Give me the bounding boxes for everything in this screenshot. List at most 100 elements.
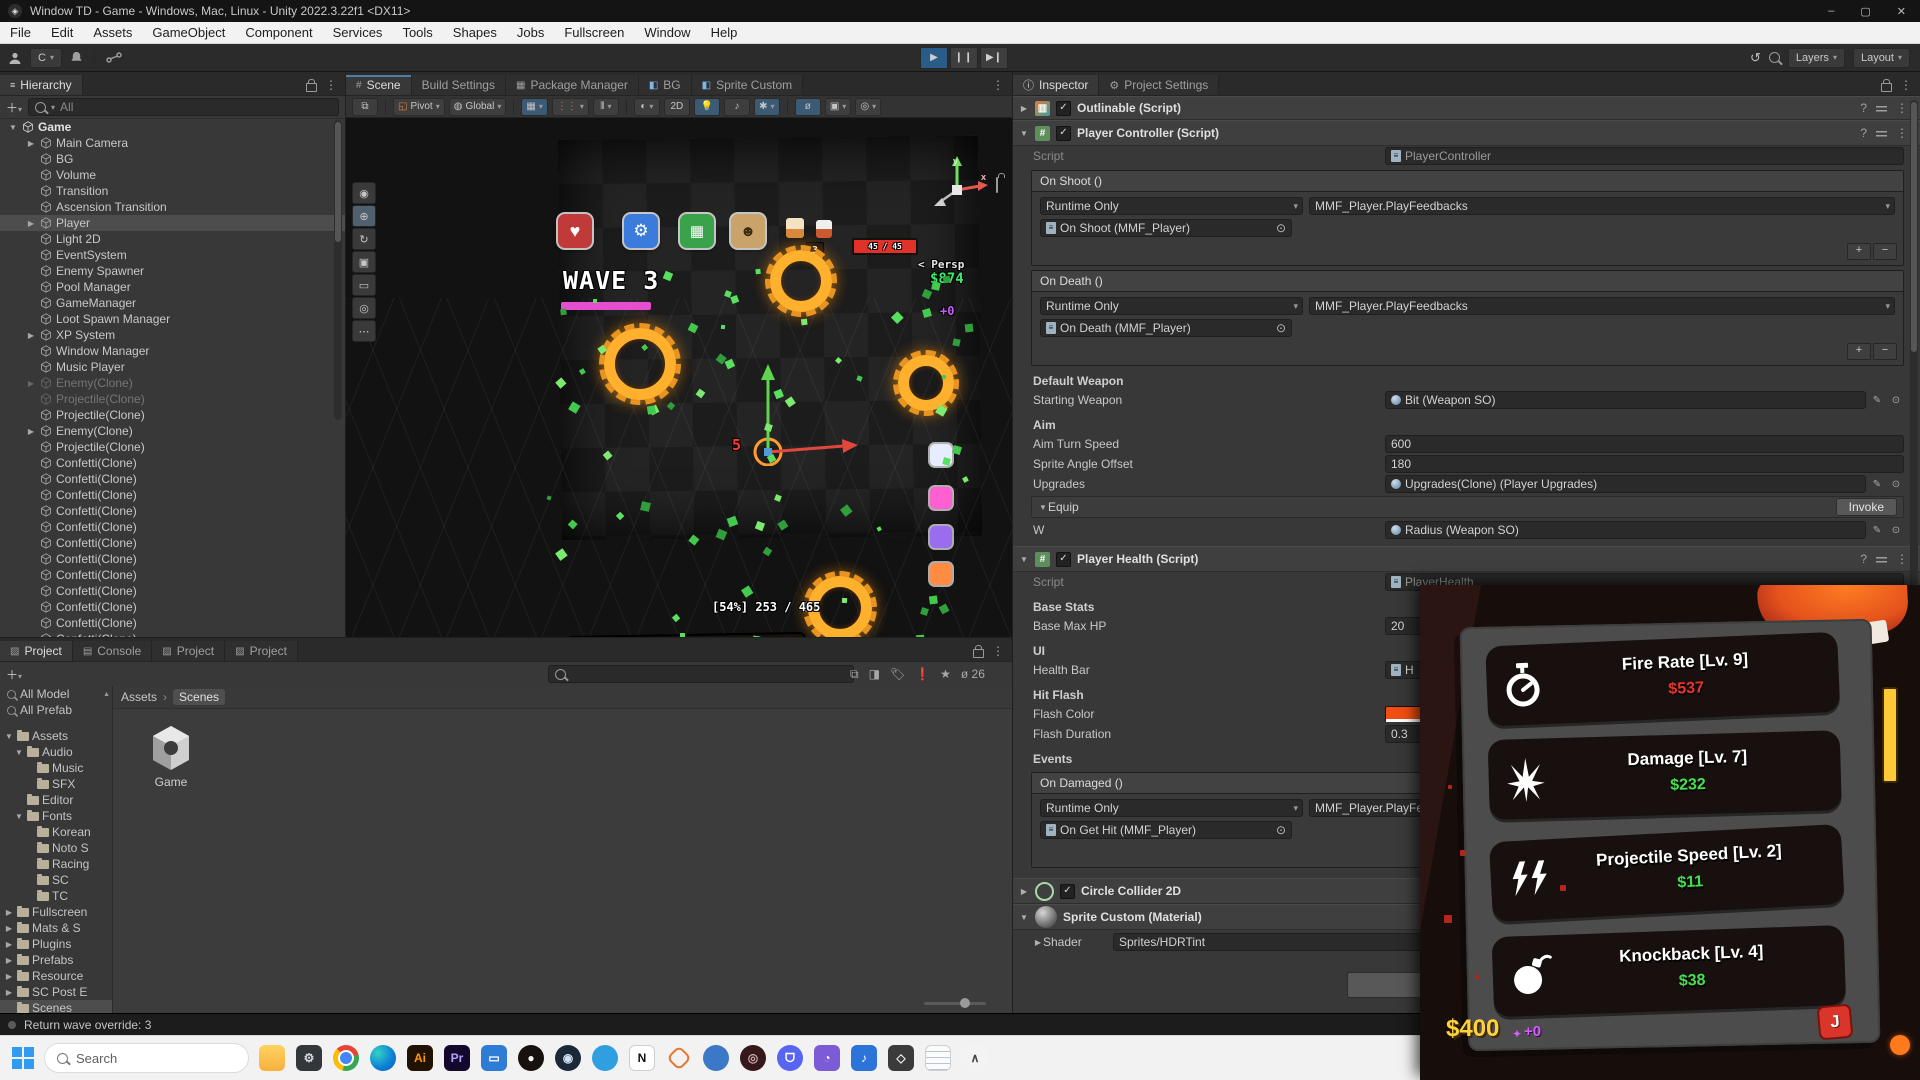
project-tree-row[interactable]: ▼Fonts [0, 808, 112, 824]
add-event-button[interactable]: + [1847, 243, 1871, 260]
taskbar-github-icon[interactable]: ● [518, 1045, 544, 1071]
taskbar-music-app-icon[interactable]: ♪ [851, 1045, 877, 1071]
play-button[interactable]: ▶ [920, 47, 948, 69]
event-mode-dropdown[interactable]: Runtime Only [1040, 799, 1303, 817]
object-picker-icon[interactable]: ⊙ [1888, 476, 1904, 492]
tab-package-manager[interactable]: ▦Package Manager [506, 75, 639, 95]
taskbar-settings-icon[interactable]: ⚙ [296, 1045, 322, 1071]
event-callback-dropdown[interactable]: MMF_Player.PlayFeedbacks [1309, 297, 1895, 315]
alert-icon[interactable]: ❗ [915, 667, 930, 681]
hierarchy-row[interactable]: Pool Manager [0, 279, 345, 295]
value-field[interactable]: 600 [1385, 435, 1904, 453]
event-target-field[interactable]: ≡On Get Hit (MMF_Player)⊙ [1040, 821, 1292, 839]
lock-icon[interactable] [1881, 83, 1892, 92]
project-tree-row[interactable]: Noto S [0, 840, 112, 856]
enabled-checkbox[interactable]: ✓ [1060, 884, 1075, 899]
tab-inspector[interactable]: ⓘInspector [1013, 75, 1099, 95]
component-menu-icon[interactable]: ⋮ [1896, 126, 1908, 140]
hierarchy-row[interactable]: BG [0, 151, 345, 167]
breadcrumb-root[interactable]: Assets [121, 690, 157, 704]
fold-arrow-icon[interactable]: ▶ [4, 972, 14, 981]
close-button[interactable]: ✕ [1897, 5, 1906, 18]
project-tree-row[interactable]: ▼Audio [0, 744, 112, 760]
enabled-checkbox[interactable]: ✓ [1056, 101, 1071, 116]
hierarchy-row[interactable]: ▶XP System [0, 327, 345, 343]
effects-toggle-icon[interactable]: ✱▾ [754, 98, 780, 116]
value-field[interactable]: Bit (Weapon SO) [1385, 391, 1866, 409]
hierarchy-search-input[interactable]: ▾All [28, 98, 339, 116]
project-tree-row[interactable]: ▶SC Post E [0, 984, 112, 1000]
value-field[interactable]: Upgrades(Clone) (Player Upgrades) [1385, 475, 1866, 493]
fold-arrow-icon[interactable]: ▶ [4, 924, 14, 933]
hierarchy-row[interactable]: Enemy Spawner [0, 263, 345, 279]
fold-arrow-icon[interactable]: ▼ [4, 732, 14, 741]
help-icon[interactable]: ? [1860, 552, 1867, 566]
fold-arrow-icon[interactable]: ▶ [1033, 938, 1043, 947]
hierarchy-row[interactable]: ▼Game [0, 119, 345, 135]
object-picker-icon[interactable]: ⊙ [1276, 823, 1286, 837]
taskbar-tray-expand-icon[interactable]: ∧ [962, 1045, 988, 1071]
presets-icon[interactable] [1876, 129, 1887, 138]
step-button[interactable]: ▶❙ [980, 47, 1008, 69]
enabled-checkbox[interactable]: ✓ [1056, 126, 1071, 141]
scene-lock-icon[interactable] [996, 178, 998, 192]
inspector-scrollbar[interactable] [1910, 100, 1918, 660]
tab-project-2[interactable]: ▨Project [152, 641, 225, 661]
tool-view-icon[interactable]: ◉ [352, 182, 376, 204]
hierarchy-row[interactable]: Confetti(Clone) [0, 599, 345, 615]
lock-icon[interactable] [973, 649, 984, 658]
fold-arrow-icon[interactable]: ▶ [26, 379, 36, 388]
layers-dropdown[interactable]: Layers▾ [1788, 48, 1845, 68]
search-by-label-icon[interactable]: 🏷 [890, 667, 905, 681]
fold-arrow-icon[interactable]: ▶ [4, 956, 14, 965]
taskbar-file-explorer-icon[interactable] [259, 1045, 285, 1071]
hierarchy-row[interactable]: Confetti(Clone) [0, 471, 345, 487]
scene-viewport[interactable]: ◉⊕↻▣▭◎⋯ ♥ ⚙ ▦ ☻ 3 45 / 45 WAVE 3 y x < P… [346, 118, 1013, 637]
project-tree-row[interactable]: ▶Fullscreen [0, 904, 112, 920]
pivot-dropdown[interactable]: ◱Pivot▾ [393, 98, 445, 116]
taskbar-steam-icon[interactable]: ◉ [555, 1045, 581, 1071]
save-search-icon[interactable]: ★ [940, 667, 951, 681]
hierarchy-row[interactable]: Light 2D [0, 231, 345, 247]
tab-project-settings[interactable]: ⚙Project Settings [1099, 75, 1219, 95]
project-tree-row[interactable]: Korean [0, 824, 112, 840]
project-tree-row[interactable]: SC [0, 872, 112, 888]
menu-services[interactable]: Services [323, 25, 393, 40]
project-tree-row[interactable]: SFX [0, 776, 112, 792]
hierarchy-row[interactable]: Confetti(Clone) [0, 567, 345, 583]
cloud-services-button[interactable]: C▾ [30, 48, 62, 68]
help-icon[interactable]: ? [1860, 126, 1867, 140]
fold-arrow-icon[interactable]: ▶ [26, 139, 36, 148]
hierarchy-row[interactable]: Confetti(Clone) [0, 535, 345, 551]
invoke-button[interactable]: Invoke [1836, 498, 1897, 516]
menu-jobs[interactable]: Jobs [507, 25, 554, 40]
audio-toggle-icon[interactable]: ♪ [724, 98, 750, 116]
hierarchy-row[interactable]: Confetti(Clone) [0, 583, 345, 599]
help-icon[interactable]: ? [1860, 101, 1867, 115]
menu-edit[interactable]: Edit [41, 25, 83, 40]
hierarchy-scrollbar[interactable] [334, 120, 342, 420]
project-tree-row[interactable]: Scenes [0, 1000, 112, 1013]
tool-scale-icon[interactable]: ▣ [352, 251, 376, 273]
scroll-up-arrow[interactable]: ▲ [103, 691, 112, 698]
component-header[interactable]: ▼#✓Player Health (Script)?⋮ [1013, 546, 1920, 572]
hierarchy-row[interactable]: Confetti(Clone) [0, 503, 345, 519]
hierarchy-row[interactable]: EventSystem [0, 247, 345, 263]
tab-sprite-custom[interactable]: ◧Sprite Custom [692, 75, 803, 95]
fold-arrow-icon[interactable]: ▼ [14, 748, 24, 757]
fold-arrow-icon[interactable]: ▼ [1019, 913, 1029, 922]
hierarchy-row[interactable]: Confetti(Clone) [0, 487, 345, 503]
project-tree-row[interactable]: ▶Prefabs [0, 952, 112, 968]
menu-window[interactable]: Window [634, 25, 700, 40]
notification-icon[interactable] [70, 51, 83, 64]
panel-menu-icon[interactable]: ⋮ [992, 644, 1004, 658]
taskbar-clock-app-icon[interactable]: ◔ [814, 1045, 840, 1071]
toggle-2d-button[interactable]: 2D [664, 98, 690, 116]
project-tree-row[interactable]: ▶Mats & S [0, 920, 112, 936]
camera-settings-icon[interactable]: ▣▾ [825, 98, 851, 116]
equip-foldout[interactable]: ▼EquipInvoke [1031, 496, 1904, 518]
remove-event-button[interactable]: − [1873, 343, 1897, 360]
value-field[interactable]: Radius (Weapon SO) [1385, 521, 1866, 539]
edit-pencil-icon[interactable]: ✎ [1869, 392, 1885, 408]
start-button[interactable] [12, 1047, 34, 1069]
